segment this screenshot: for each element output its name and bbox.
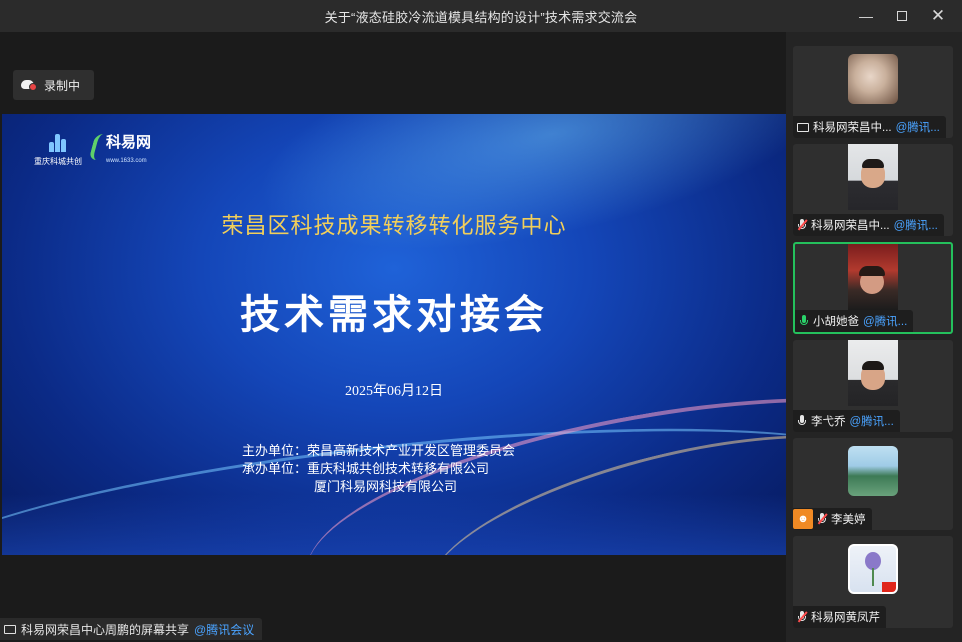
close-icon: ✕ bbox=[930, 6, 946, 25]
maximize-icon bbox=[897, 11, 907, 21]
participant-avatar bbox=[848, 54, 898, 104]
user-icon: ☻ bbox=[793, 509, 813, 529]
organizer-row: 承办单位：重庆科城共创技术转移有限公司 bbox=[242, 460, 489, 478]
participant-tag: @腾讯... bbox=[849, 416, 894, 428]
participant-name-bar: 小胡她爸 @腾讯... bbox=[795, 310, 914, 332]
organizer-name: 厦门科易网科技有限公司 bbox=[314, 479, 458, 494]
screen-share-tag: @腾讯会议 bbox=[194, 622, 255, 637]
mic-on-icon bbox=[799, 315, 809, 327]
slide-date: 2025年06月12日 bbox=[345, 384, 443, 399]
mic-icon bbox=[797, 415, 807, 427]
organizer-name: 荣昌高新技术产业开发区管理委员会 bbox=[307, 443, 516, 458]
screen-share-icon bbox=[4, 624, 16, 634]
participant-video bbox=[848, 144, 898, 210]
participant-tile[interactable]: 李弋乔 @腾讯... bbox=[793, 340, 953, 432]
participant-name: 小胡她爸 bbox=[813, 316, 859, 328]
minimize-icon: — bbox=[859, 8, 873, 24]
organizer-row: 厦门科易网科技有限公司 bbox=[314, 478, 457, 496]
participant-tile-active[interactable]: 小胡她爸 @腾讯... bbox=[793, 242, 953, 334]
participant-name: 科易网荣昌中... bbox=[811, 220, 890, 232]
maximize-button[interactable] bbox=[884, 0, 920, 32]
participant-tile[interactable]: 科易网荣昌中... @腾讯... bbox=[793, 144, 953, 236]
recording-indicator[interactable]: 录制中 bbox=[13, 70, 95, 100]
participant-name: 科易网荣昌中... bbox=[813, 122, 892, 134]
screen-share-status: 科易网荣昌中心周鹏的屏幕共享 @腾讯会议 bbox=[0, 618, 263, 640]
meeting-window: 关于“液态硅胶冷流道模具结构的设计”技术需求交流会 — ✕ 录制中 重庆科城共创… bbox=[0, 0, 962, 642]
kecheng-logo-icon bbox=[47, 132, 69, 152]
participant-tile[interactable]: 科易网荣昌中... @腾讯... bbox=[793, 46, 953, 138]
participant-avatar bbox=[848, 446, 898, 496]
screen-share-text: 科易网荣昌中心周鹏的屏幕共享 bbox=[21, 622, 190, 637]
keyiwang-logo-url: www.1633.com bbox=[106, 158, 147, 164]
keyiwang-logo: 科易网 www.1633.com bbox=[88, 134, 152, 170]
window-title: 关于“液态硅胶冷流道模具结构的设计”技术需求交流会 bbox=[324, 9, 638, 25]
participant-tag: @腾讯... bbox=[863, 316, 908, 328]
mic-muted-icon bbox=[797, 611, 808, 623]
kecheng-logo: 重庆科城共创 bbox=[28, 132, 88, 167]
mic-muted-icon bbox=[817, 513, 828, 525]
keyiwang-logo-text: 科易网 bbox=[106, 134, 152, 151]
slide-subtitle: 荣昌区科技成果转移转化服务中心 bbox=[221, 214, 567, 239]
participant-name: 李弋乔 bbox=[811, 416, 846, 428]
keyiwang-logo-icon bbox=[88, 134, 108, 160]
flag-icon bbox=[882, 582, 896, 592]
organizer-label: 主办单位： bbox=[242, 443, 308, 458]
participant-video bbox=[848, 340, 898, 406]
participants-panel: 科易网荣昌中... @腾讯... 科易网荣昌中... @腾讯... 小胡她爸 @… bbox=[788, 32, 962, 642]
participant-name-bar: 李弋乔 @腾讯... bbox=[793, 410, 900, 432]
shared-screen-area: 录制中 重庆科城共创 科易网 www.1633.com 荣昌区科技成果转移转化服… bbox=[0, 32, 786, 642]
cloud-record-icon bbox=[21, 79, 37, 91]
organizer-row: 主办单位：荣昌高新技术产业开发区管理委员会 bbox=[242, 442, 515, 460]
window-controls: — ✕ bbox=[848, 0, 956, 32]
title-bar: 关于“液态硅胶冷流道模具结构的设计”技术需求交流会 — ✕ bbox=[0, 0, 962, 32]
participant-avatar bbox=[848, 544, 898, 594]
participant-tag: @腾讯... bbox=[893, 220, 938, 232]
participant-tile[interactable]: ☻ 李美婷 bbox=[793, 438, 953, 530]
participant-name-bar: 科易网荣昌中... @腾讯... bbox=[793, 116, 946, 138]
participant-name-bar: 科易网荣昌中... @腾讯... bbox=[793, 214, 944, 236]
participant-name: 科易网黄凤芹 bbox=[811, 612, 880, 624]
organizer-name: 重庆科城共创技术转移有限公司 bbox=[307, 461, 490, 476]
presentation-slide: 重庆科城共创 科易网 www.1633.com 荣昌区科技成果转移转化服务中心 … bbox=[2, 114, 786, 555]
participant-video bbox=[848, 244, 898, 310]
close-button[interactable]: ✕ bbox=[920, 0, 956, 32]
organizer-label: 承办单位： bbox=[242, 461, 308, 476]
screen-share-icon bbox=[797, 122, 809, 132]
participant-name-bar: ☻ 李美婷 bbox=[793, 508, 872, 530]
participant-tile[interactable]: 科易网黄凤芹 bbox=[793, 536, 953, 628]
slide-title: 技术需求对接会 bbox=[240, 291, 548, 338]
kecheng-logo-text: 重庆科城共创 bbox=[34, 157, 82, 166]
mic-muted-icon bbox=[797, 219, 808, 231]
participant-tag: @腾讯... bbox=[895, 122, 940, 134]
participant-name: 李美婷 bbox=[831, 514, 866, 526]
minimize-button[interactable]: — bbox=[848, 0, 884, 32]
participant-name-bar: 科易网黄凤芹 bbox=[793, 606, 886, 628]
recording-label: 录制中 bbox=[44, 78, 81, 93]
